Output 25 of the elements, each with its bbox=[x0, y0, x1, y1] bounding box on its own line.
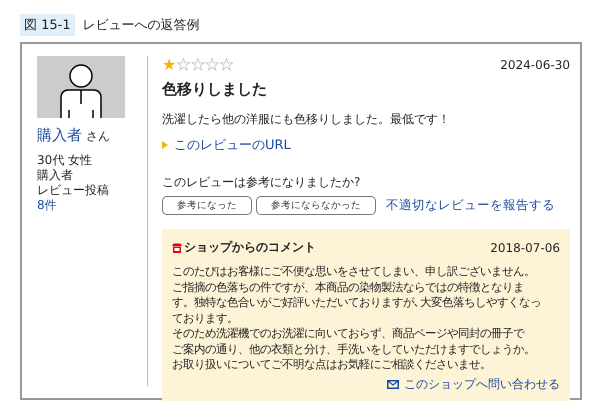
mail-icon bbox=[387, 380, 399, 388]
vote-button[interactable]: 参考にならなかった bbox=[256, 196, 376, 215]
vote-button[interactable]: 参考になった bbox=[162, 196, 252, 215]
review-body: 洗濯したら他の洋服にも色移りしました。最低です！ bbox=[162, 111, 451, 128]
contact-shop-link[interactable]: このショップへ問い合わせる bbox=[404, 376, 560, 392]
review-count-link[interactable]: 8件 bbox=[37, 198, 57, 213]
reviewer-detail: 購入者 bbox=[37, 168, 74, 183]
review-date: 2024-06-30 bbox=[500, 58, 570, 72]
review-url-link[interactable]: このレビューのURL bbox=[174, 136, 291, 154]
avatar-icon bbox=[37, 56, 125, 118]
helpful-question: このレビューは参考になりましたか? bbox=[162, 174, 362, 191]
triangle-icon bbox=[162, 141, 168, 149]
star-rating: ★★★★★ bbox=[162, 56, 234, 74]
shop-comment-text: このたびはお客様にご不便な思いをさせてしまい、申し訳ございません。 ご指摘の色落ちの件ですが、本商品の染物製法ならではの特徴となりま す。独特な色合いがご好評いただいておりますが､大変色落ちしやすくなっ ております。 そのため洗濯機でのお洗濯に向いておらず、商品ページや同封の冊子で ご案内の通り、他の衣類と分け、手洗いをしていただけますでしょうか。 お取り扱いについてご不明な点はお気軽にご相談くださいませ。 bbox=[172, 264, 542, 372]
figure-label: 図 15-1 bbox=[20, 14, 75, 36]
shop-icon bbox=[172, 242, 182, 252]
reviewer-detail: レビュー投稿 bbox=[37, 183, 110, 198]
reviewer-detail: 30代 女性 bbox=[37, 153, 94, 168]
report-link[interactable]: 不適切なレビューを報告する bbox=[386, 197, 555, 214]
reviewer-name[interactable]: 購入者 bbox=[37, 126, 82, 145]
shop-comment-title: ショップからのコメント bbox=[184, 239, 316, 256]
figure-title: レビューへの返答例 bbox=[82, 17, 200, 34]
honorific: さん bbox=[86, 128, 110, 145]
review-title: 色移りしました bbox=[162, 80, 268, 99]
shop-comment-date: 2018-07-06 bbox=[490, 240, 560, 254]
